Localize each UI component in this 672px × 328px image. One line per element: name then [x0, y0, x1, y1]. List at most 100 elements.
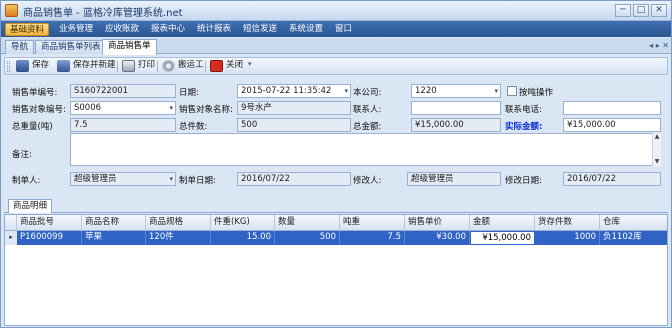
column-header-unit-price[interactable]: 销售单价 [405, 215, 470, 231]
creator-label: 制单人: [12, 176, 41, 186]
column-header-ton-weight[interactable]: 吨重 [340, 215, 405, 231]
company-select[interactable]: 1220 ▾ [411, 84, 501, 98]
grid-header: 商品批号 商品名称 商品规格 件重(KG) 数量 吨重 销售单价 金额 货存件数… [5, 215, 667, 231]
save-and-new-label: 保存并新建 [73, 60, 116, 70]
menu-receivables[interactable]: 应收账款 [101, 23, 143, 36]
menu-basic-data[interactable]: 基础资料 [5, 23, 50, 36]
save-new-icon [57, 60, 70, 72]
sales-order-form: 销售单编号: S160722001 日期: 2015-07-22 11:35:4… [4, 78, 668, 192]
save-button[interactable]: 保存 [15, 59, 49, 73]
menu-sms[interactable]: 短信发送 [239, 23, 281, 36]
close-icon [210, 60, 223, 72]
cell-amount[interactable]: ¥15,000.00 [470, 231, 535, 245]
total-qty-label: 总件数: [179, 122, 208, 132]
tab-product-detail[interactable]: 商品明细 [8, 199, 53, 213]
cell-stock-qty[interactable]: 1000 [535, 231, 600, 245]
minimize-button[interactable]: ─ [615, 4, 631, 17]
detail-tabs: 商品明细 [4, 199, 668, 213]
order-no-label: 销售单编号: [12, 88, 58, 98]
actual-amount-input[interactable]: ¥15,000.00 [563, 118, 661, 132]
column-header-piece-weight[interactable]: 件重(KG) [211, 215, 275, 231]
customer-code-dropdown-arrow[interactable]: ▾ [169, 102, 173, 114]
phone-input[interactable] [563, 101, 661, 115]
by-ton-checkbox[interactable] [507, 86, 517, 96]
menu-bar: 基础资料 业务管理 应收账款 报表中心 统计报表 短信发送 系统设置 窗口 [1, 21, 671, 37]
close-window-button[interactable]: ✕ [651, 4, 667, 17]
total-amount-label: 总金额: [353, 122, 382, 132]
cell-warehouse[interactable]: 负1102库 [600, 231, 667, 245]
cell-batch[interactable]: P1600099 [17, 231, 82, 245]
save-button-label: 保存 [32, 60, 50, 70]
customer-code-label: 销售对象编号: [12, 105, 66, 115]
company-value: 1220 [415, 86, 437, 96]
column-header-warehouse[interactable]: 仓库 [600, 215, 667, 231]
modify-date-field[interactable]: 2016/07/22 [563, 172, 661, 186]
row-indicator-icon: ▸ [5, 231, 17, 245]
document-tabs: 导航 商品销售单列表 商品销售单 ◂ ▸ ✕ [1, 38, 671, 55]
cell-ton-weight[interactable]: 7.5 [340, 231, 405, 245]
tab-sales-order-list[interactable]: 商品销售单列表 [35, 40, 107, 54]
column-header-quantity[interactable]: 数量 [275, 215, 340, 231]
remark-label: 备注: [12, 150, 32, 160]
column-header-amount[interactable]: 金额 [470, 215, 535, 231]
table-row[interactable]: ▸ P1600099 苹果 120件 15.00 500 7.5 ¥30.00 … [5, 231, 667, 245]
phone-label: 联系电话: [505, 105, 542, 115]
menu-window[interactable]: 窗口 [331, 23, 356, 36]
date-picker[interactable]: 2015-07-22 11:35:42 ▾ [237, 84, 351, 98]
creator-select[interactable]: 超级管理员 ▾ [70, 172, 176, 186]
product-detail-grid: 商品批号 商品名称 商品规格 件重(KG) 数量 吨重 销售单价 金额 货存件数… [4, 214, 668, 326]
creator-dropdown-arrow[interactable]: ▾ [169, 173, 173, 185]
total-weight-field[interactable]: 7.5 [70, 118, 176, 132]
total-amount-field[interactable]: ¥15,000.00 [411, 118, 501, 132]
contact-input[interactable] [411, 101, 501, 115]
modifier-field[interactable]: 超级管理员 [407, 172, 501, 186]
cell-spec[interactable]: 120件 [146, 231, 211, 245]
scroll-down-icon[interactable]: ▼ [653, 158, 661, 166]
actual-amount-label: 实际金额: [505, 122, 543, 132]
total-qty-field[interactable]: 500 [237, 118, 351, 132]
gear-icon [162, 60, 175, 72]
cell-piece-weight[interactable]: 15.00 [211, 231, 275, 245]
menu-statistics[interactable]: 统计报表 [193, 23, 235, 36]
remark-box: ▲ ▼ [70, 133, 661, 166]
tab-navigation-arrows[interactable]: ◂ ▸ ✕ [649, 41, 669, 50]
column-header-name[interactable]: 商品名称 [82, 215, 146, 231]
menu-system-settings[interactable]: 系统设置 [285, 23, 327, 36]
toolbar-separator [205, 61, 206, 72]
menu-business[interactable]: 业务管理 [55, 23, 97, 36]
cell-name[interactable]: 苹果 [82, 231, 146, 245]
column-header-spec[interactable]: 商品规格 [146, 215, 211, 231]
row-indicator-header [5, 215, 17, 231]
tab-sales-order[interactable]: 商品销售单 [102, 39, 157, 55]
customer-code-select[interactable]: S0006 ▾ [70, 101, 176, 115]
remark-scrollbar[interactable]: ▲ ▼ [652, 133, 661, 166]
toolbar-overflow-dropdown[interactable]: ▾ [248, 60, 252, 68]
column-header-stock-qty[interactable]: 货存件数 [535, 215, 600, 231]
maximize-button[interactable]: □ [633, 4, 649, 17]
column-header-batch[interactable]: 商品批号 [17, 215, 82, 231]
cell-unit-price[interactable]: ¥30.00 [405, 231, 470, 245]
close-button[interactable]: 关闭 [209, 59, 243, 73]
company-dropdown-arrow[interactable]: ▾ [494, 85, 498, 97]
remark-textarea[interactable] [70, 133, 661, 166]
toolbar-grip[interactable] [7, 61, 10, 72]
date-dropdown-arrow[interactable]: ▾ [344, 85, 348, 97]
contact-label: 联系人: [353, 105, 382, 115]
order-no-field[interactable]: S160722001 [70, 84, 176, 98]
cell-quantity[interactable]: 500 [275, 231, 340, 245]
menu-report-center[interactable]: 报表中心 [147, 23, 189, 36]
create-date-field[interactable]: 2016/07/22 [237, 172, 351, 186]
save-icon [16, 60, 29, 72]
toolbar: 保存 保存并新建 打印 搬运工 关闭 ▾ [4, 57, 668, 75]
scroll-up-icon[interactable]: ▲ [653, 133, 661, 141]
tab-navigation[interactable]: 导航 [5, 40, 35, 54]
customer-name-field[interactable]: 9号水产 [237, 101, 351, 115]
save-and-new-button[interactable]: 保存并新建 [56, 59, 116, 73]
total-weight-label: 总重量(吨) [12, 122, 53, 132]
close-button-label: 关闭 [226, 60, 244, 70]
porter-button-label: 搬运工 [178, 60, 204, 70]
print-button[interactable]: 打印 [121, 59, 155, 73]
porter-button[interactable]: 搬运工 [161, 59, 204, 73]
by-ton-label: 按吨操作 [519, 88, 554, 98]
title-bar: 商品销售单 - 蓝格冷库管理系统.net ─ □ ✕ [1, 1, 671, 21]
